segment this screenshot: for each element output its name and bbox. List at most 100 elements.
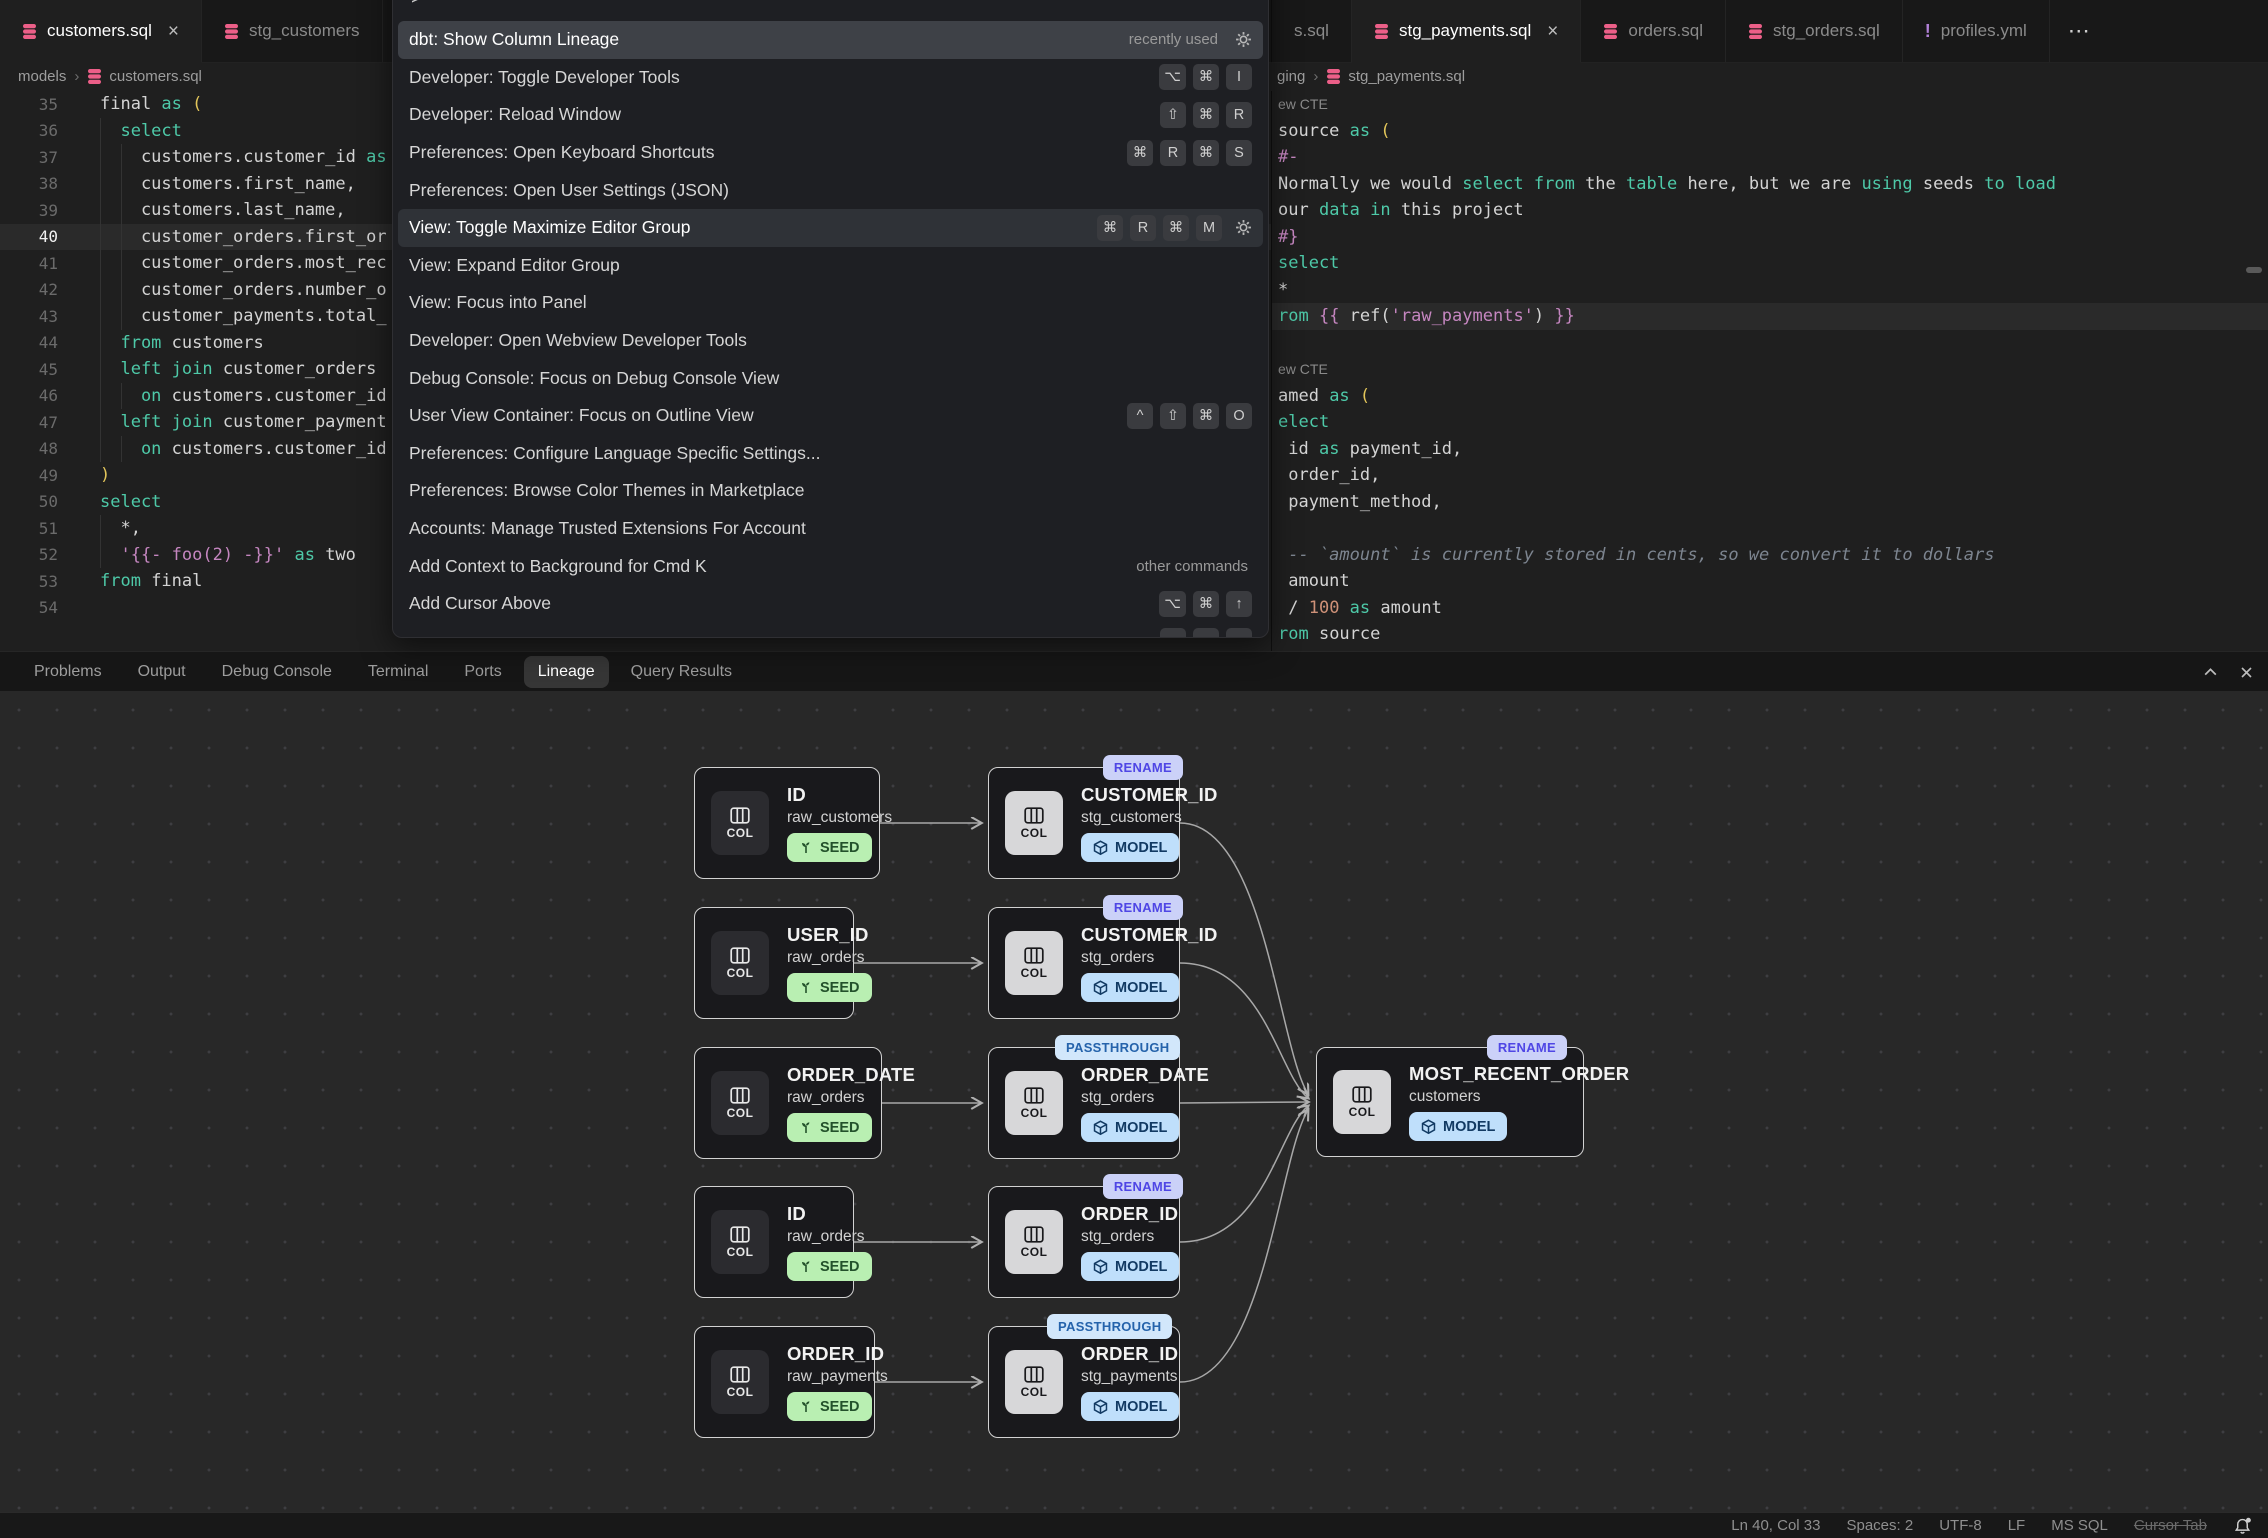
tab-label: profiles.yml [1941,21,2027,41]
editor-right[interactable]: ew CTEsource as (#-Normally we would sel… [1272,91,2268,651]
chevron-up-icon[interactable] [2202,665,2219,679]
line-number: 50 [0,492,58,511]
column-icon: COL [1005,931,1063,995]
palette-item-dbt-show-column-lineage[interactable]: dbt: Show Column Lineagerecently used [398,21,1263,59]
palette-item-developer-toggle-developer-tools[interactable]: Developer: Toggle Developer Tools⌥⌘I [398,59,1263,97]
palette-item-preferences-browse-color-themes-in-marke[interactable]: Preferences: Browse Color Themes in Mark… [398,472,1263,510]
tab-orders-sql[interactable]: orders.sql [1581,0,1726,62]
palette-item-preferences-open-user-settings-json[interactable]: Preferences: Open User Settings (JSON) [398,171,1263,209]
panel-tab-debug-console[interactable]: Debug Console [208,656,346,688]
lineage-node-customer-id-stg-orders[interactable]: COLCUSTOMER_IDstg_ordersMODELRENAME [988,907,1180,1019]
palette-item-view-toggle-maximize-editor-group[interactable]: View: Toggle Maximize Editor Group⌘R⌘M [398,209,1263,247]
badge-rename: RENAME [1103,895,1183,920]
table-name: stg_orders [1081,949,1218,967]
lineage-node-order-id-raw-payments[interactable]: COLORDER_IDraw_paymentsSEED [694,1326,875,1438]
close-icon[interactable]: × [168,22,179,41]
palette-item-user-view-container-focus-on-outline-vie[interactable]: User View Container: Focus on Outline Vi… [398,397,1263,435]
palette-item-label: Preferences: Configure Language Specific… [409,443,1252,464]
breadcrumb-segment[interactable]: ging [1277,68,1305,85]
line-number: 36 [0,121,58,140]
palette-item-view-focus-into-panel[interactable]: View: Focus into Panel [398,284,1263,322]
panel-tab-output[interactable]: Output [124,656,200,688]
column-name: ORDER_DATE [787,1064,915,1086]
palette-item-debug-console-focus-on-debug-console-vie[interactable]: Debug Console: Focus on Debug Console Vi… [398,359,1263,397]
tab-stg-payments-sql[interactable]: stg_payments.sql× [1352,0,1581,63]
table-name: customers [1409,1088,1629,1106]
palette-item-add-context-to-background-for-cmd-k[interactable]: Add Context to Background for Cmd Kother… [398,547,1263,585]
column-name: ORDER_ID [787,1343,888,1365]
keycap [1193,628,1219,638]
palette-item-developer-open-webview-developer-tools[interactable]: Developer: Open Webview Developer Tools [398,322,1263,360]
palette-item-developer-reload-window[interactable]: Developer: Reload Window⇧⌘R [398,96,1263,134]
palette-item-preferences-configure-language-specific-[interactable]: Preferences: Configure Language Specific… [398,435,1263,473]
codelens[interactable]: ew CTE [1272,91,2268,118]
tab-label: customers.sql [47,21,152,41]
lineage-node-id-raw-orders[interactable]: COLIDraw_ordersSEED [694,1186,854,1298]
palette-item-view-expand-editor-group[interactable]: View: Expand Editor Group [398,247,1263,285]
lineage-canvas[interactable]: COLIDraw_customersSEED COLUSER_IDraw_orde… [0,691,2268,1512]
seed-badge: SEED [787,1113,872,1142]
bell-icon[interactable] [2233,1517,2252,1535]
status-item-ln-40-col-33[interactable]: Ln 40, Col 33 [1731,1517,1820,1534]
close-icon[interactable]: × [1547,22,1558,41]
lineage-node-order-date-raw-orders[interactable]: COLORDER_DATEraw_ordersSEED [694,1047,882,1159]
panel-tab-problems[interactable]: Problems [20,656,116,688]
lineage-node-customer-id-stg-customers[interactable]: COLCUSTOMER_IDstg_customersMODELRENAME [988,767,1180,879]
more-actions-button[interactable]: ⋯ [2050,0,2110,62]
palette-item-label: Developer: Open Webview Developer Tools [409,330,1252,351]
panel-tab-query-results[interactable]: Query Results [617,656,746,688]
column-name: ID [787,1203,872,1225]
breadcrumb-segment[interactable]: models [18,68,66,85]
code-line [1272,515,2268,542]
palette-item-label: User View Container: Focus on Outline Vi… [409,405,1127,426]
panel-tab-terminal[interactable]: Terminal [354,656,442,688]
tab-s-sql[interactable]: s.sql [1272,0,1352,62]
keycap: ⌘ [1193,140,1219,166]
editor-group-divider[interactable] [1271,0,1272,651]
column-name: CUSTOMER_ID [1081,924,1218,946]
gear-icon[interactable] [1235,31,1252,48]
breadcrumb: ging › stg_payments.sql [1272,62,2268,91]
palette-item-accounts-manage-trusted-extensions-for-a[interactable]: Accounts: Manage Trusted Extensions For … [398,510,1263,548]
palette-item-preferences-open-keyboard-shortcuts[interactable]: Preferences: Open Keyboard Shortcuts⌘R⌘S [398,134,1263,172]
panel-tab-ports[interactable]: Ports [450,656,515,688]
palette-item-item[interactable] [398,623,1263,639]
status-item-spaces-2[interactable]: Spaces: 2 [1846,1517,1913,1534]
column-name: MOST_RECENT_ORDER [1409,1063,1629,1085]
palette-item-add-cursor-above[interactable]: Add Cursor Above⌥⌘↑ [398,585,1263,623]
badge-rename: RENAME [1487,1035,1567,1060]
database-icon [224,23,239,40]
breadcrumb-segment[interactable]: customers.sql [87,68,202,85]
breadcrumb-segment[interactable]: stg_payments.sql [1326,68,1465,85]
panel-tab-lineage[interactable]: Lineage [524,656,609,688]
model-badge: MODEL [1081,833,1179,862]
status-item-cursor-tab[interactable]: Cursor Tab [2134,1517,2207,1534]
lineage-node-id-raw-customers[interactable]: COLIDraw_customersSEED [694,767,880,879]
status-item-ms-sql[interactable]: MS SQL [2051,1517,2108,1534]
palette-item-label: Developer: Toggle Developer Tools [409,67,1159,88]
tab-stg-orders-sql[interactable]: stg_orders.sql [1726,0,1903,62]
lineage-node-order-id-stg-payments[interactable]: COLORDER_IDstg_paymentsMODELPASSTHROUGH [988,1326,1180,1438]
status-item-lf[interactable]: LF [2008,1517,2026,1534]
table-name: raw_orders [787,1228,872,1246]
tab-profiles-yml[interactable]: ! profiles.yml [1903,0,2050,62]
code-line [1272,330,2268,357]
lineage-node-user-id-raw-orders[interactable]: COLUSER_IDraw_ordersSEED [694,907,854,1019]
tab-customers-sql[interactable]: customers.sql × [0,0,202,63]
line-number: 38 [0,174,58,193]
database-icon [1603,23,1618,40]
gear-icon[interactable] [1235,219,1252,236]
close-panel-icon[interactable] [2239,665,2254,680]
chevron-right-icon: › [1313,68,1318,85]
warning-icon: ! [1925,21,1931,42]
tab-stg-customers[interactable]: stg_customers [202,0,383,62]
line-number: 54 [0,598,58,617]
status-item-utf-8[interactable]: UTF-8 [1939,1517,1982,1534]
lineage-node-order-date-stg-orders[interactable]: COLORDER_DATEstg_ordersMODELPASSTHROUGH [988,1047,1180,1159]
column-icon: COL [1005,791,1063,855]
tab-bar-right: s.sqlstg_payments.sql×orders.sqlstg_orde… [1272,0,2268,63]
codelens[interactable]: ew CTE [1272,356,2268,383]
column-name: CUSTOMER_ID [1081,784,1218,806]
lineage-node-most-recent-order-customers[interactable]: COLMOST_RECENT_ORDERcustomersMODELRENAME [1316,1047,1584,1157]
lineage-node-order-id-stg-orders[interactable]: COLORDER_IDstg_ordersMODELRENAME [988,1186,1180,1298]
